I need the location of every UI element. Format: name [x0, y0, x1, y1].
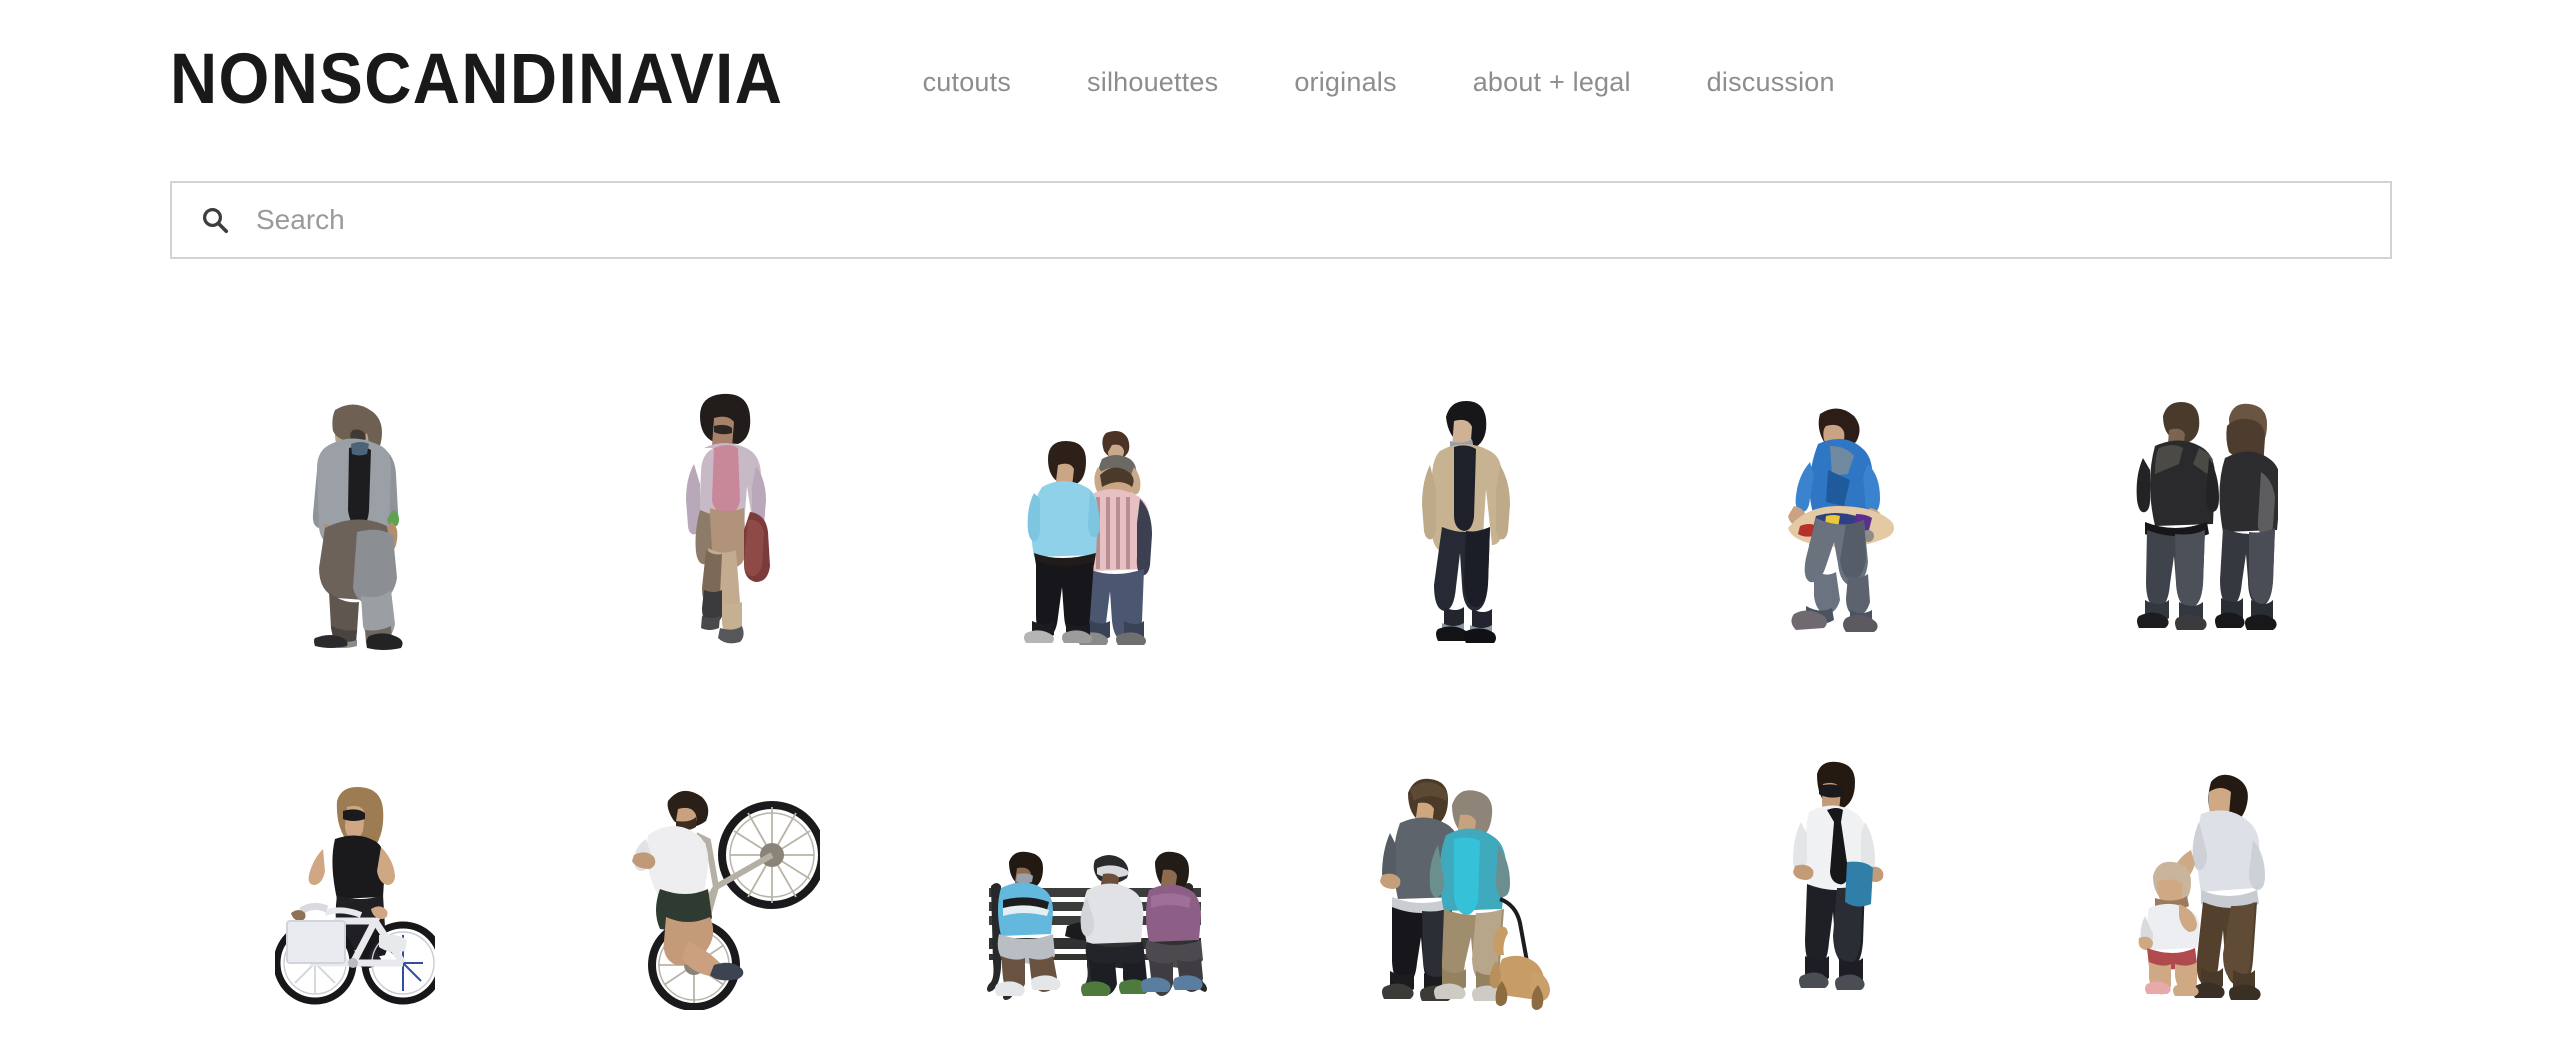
cutout-gallery: [170, 290, 2392, 1010]
main-navigation: cutouts silhouettes originals about + le…: [923, 67, 1835, 98]
cutout-woman-with-toddler: [2138, 774, 2265, 1000]
cutout-man-shirt-tie-folder: [1793, 761, 1884, 990]
gallery-item-woman-with-toddler[interactable]: [2020, 650, 2390, 1010]
gallery-item-two-men-with-dog[interactable]: [1280, 650, 1650, 1010]
nav-item-discussion[interactable]: discussion: [1707, 67, 1835, 98]
search-input[interactable]: [256, 204, 2056, 236]
gallery-item-man-beige-jacket[interactable]: [1280, 290, 1650, 650]
search-icon: [202, 207, 229, 234]
cutout-man-beige-jacket: [1422, 401, 1510, 643]
cutout-woman-curly-hair-pink-coat: [686, 393, 770, 644]
site-logo[interactable]: NONSCANDINAVIA: [170, 44, 783, 115]
gallery-item-woman-curly-hair-pink-coat[interactable]: [540, 290, 910, 650]
nav-item-originals[interactable]: originals: [1294, 67, 1396, 98]
gallery-item-man-long-hair-grey-coat[interactable]: [170, 290, 540, 650]
cutout-family-child-on-shoulders: [1024, 431, 1152, 645]
nav-item-silhouettes[interactable]: silhouettes: [1087, 67, 1218, 98]
nav-item-about-legal[interactable]: about + legal: [1473, 67, 1631, 98]
page-root: NONSCANDINAVIA cutouts silhouettes origi…: [0, 0, 2560, 1058]
cutout-man-long-hair-grey-coat: [312, 404, 403, 650]
gallery-item-couple-from-behind[interactable]: [2020, 290, 2390, 650]
cutout-couple-from-behind: [2136, 402, 2278, 630]
search-bar[interactable]: [170, 181, 2392, 259]
cutout-three-people-on-bench: [986, 851, 1207, 1000]
nav-item-cutouts[interactable]: cutouts: [923, 67, 1011, 98]
gallery-item-man-bike-wheelie[interactable]: [540, 650, 910, 1010]
cutout-boy-with-skateboard: [1788, 408, 1894, 632]
gallery-item-family-child-on-shoulders[interactable]: [910, 290, 1280, 650]
cutout-man-bike-wheelie: [632, 790, 820, 1010]
site-header: NONSCANDINAVIA cutouts silhouettes origi…: [0, 0, 2560, 155]
gallery-item-woman-on-bicycle[interactable]: [170, 650, 540, 1010]
cutout-two-men-with-dog: [1379, 778, 1550, 1010]
cutout-woman-on-bicycle: [275, 787, 435, 1005]
gallery-item-boy-with-skateboard[interactable]: [1650, 290, 2020, 650]
gallery-item-man-shirt-tie-folder[interactable]: [1650, 650, 2020, 1010]
gallery-item-three-people-on-bench[interactable]: [910, 650, 1280, 1010]
